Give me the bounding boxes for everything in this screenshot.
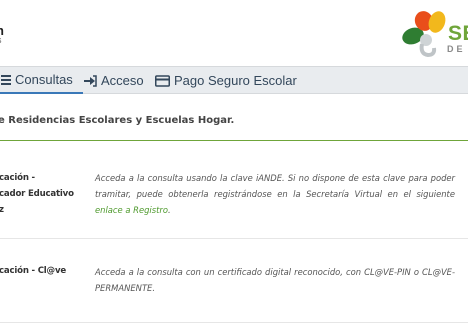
row-divider xyxy=(0,322,468,323)
nav-item-acceso[interactable]: Acceso xyxy=(83,67,144,94)
access-option-description: Acceda a la consulta usando la clave iAN… xyxy=(95,170,455,218)
access-option-title[interactable]: cación - Cl@ve xyxy=(0,263,85,279)
description-text: Acceda a la consulta con un certificado … xyxy=(95,267,455,293)
nav-item-pago[interactable]: Pago Seguro Escolar xyxy=(155,67,297,94)
intro-text: e Residencias Escolares y Escuelas Hogar… xyxy=(0,115,235,126)
access-option-row: cación - cador Educativo z Acceda a la c… xyxy=(0,170,468,237)
title-line: cación - xyxy=(0,173,35,183)
site-header: n s SE DE xyxy=(0,0,468,66)
title-line: z xyxy=(0,205,4,215)
description-text: Acceda a la consulta usando la clave iAN… xyxy=(95,173,455,199)
nav-label-acceso: Acceso xyxy=(101,73,144,88)
main-nav: Consultas Acceso Pago Seguro Escolar xyxy=(0,66,468,94)
registro-link[interactable]: enlace a Registro xyxy=(95,205,168,215)
left-logo-subfragment: s xyxy=(0,35,2,45)
row-divider xyxy=(0,238,468,239)
title-line: cación - Cl@ve xyxy=(0,266,66,276)
list-icon xyxy=(0,74,11,86)
nav-label-pago: Pago Seguro Escolar xyxy=(174,73,297,88)
section-divider xyxy=(0,140,468,141)
brand-flower-logo-icon[interactable] xyxy=(400,6,450,58)
title-line: cador Educativo xyxy=(0,189,74,199)
credit-card-icon xyxy=(155,74,170,87)
brand-subtitle: DE xyxy=(447,44,466,54)
access-option-row: cación - Cl@ve Acceda a la consulta con … xyxy=(0,262,468,302)
sign-in-icon xyxy=(83,74,97,87)
brand-name: SE xyxy=(448,22,468,45)
access-option-description: Acceda a la consulta con un certificado … xyxy=(95,264,455,296)
description-end: . xyxy=(167,205,171,215)
nav-item-consultas[interactable]: Consultas xyxy=(0,67,83,94)
nav-label-consultas: Consultas xyxy=(15,72,73,87)
access-option-title[interactable]: cación - cador Educativo z xyxy=(0,170,85,218)
